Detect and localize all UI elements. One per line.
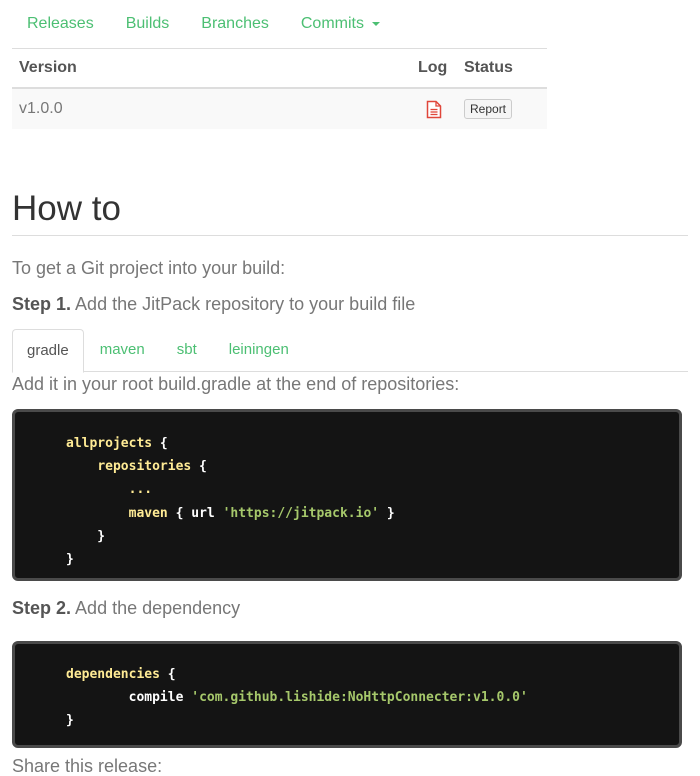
repository-code-block[interactable]: allprojects { repositories { ... maven {… <box>12 409 682 581</box>
code-line: allprojects { <box>66 436 168 451</box>
code-line: } <box>66 552 74 568</box>
step-1: Step 1. Add the JitPack repository to yo… <box>12 294 415 315</box>
tab-maven[interactable]: maven <box>84 329 161 371</box>
table-header-row: Version Log Status <box>12 49 547 89</box>
build-tool-tabs: gradle maven sbt leiningen <box>12 329 688 373</box>
step-2: Step 2. Add the dependency <box>12 598 240 619</box>
tab-leiningen[interactable]: leiningen <box>213 329 305 371</box>
nav-branches[interactable]: Branches <box>185 0 285 48</box>
releases-table: Version Log Status v1.0.0 Report <box>12 49 547 129</box>
column-header-version: Version <box>12 49 411 89</box>
dependency-code-block[interactable]: dependencies { compile 'com.github.lishi… <box>12 641 682 748</box>
code-line: ... <box>128 482 153 498</box>
share-release-text: Share this release: <box>12 756 163 776</box>
tab-sbt[interactable]: sbt <box>161 329 213 371</box>
table-row: v1.0.0 Report <box>12 88 547 129</box>
document-icon[interactable] <box>426 100 442 119</box>
column-header-log: Log <box>411 49 457 89</box>
nav-commits[interactable]: Commits <box>285 0 396 48</box>
caret-down-icon <box>371 21 380 26</box>
step-2-text: Add the dependency <box>75 598 241 618</box>
column-header-status: Status <box>457 49 547 89</box>
version-cell: v1.0.0 <box>12 88 411 129</box>
intro-text: To get a Git project into your build: <box>12 258 286 278</box>
nav-builds[interactable]: Builds <box>110 0 186 48</box>
code-line: compile 'com.github.lishide:NoHttpConnec… <box>128 690 528 706</box>
step-1-label: Step 1. <box>12 294 72 314</box>
nav-commits-label: Commits <box>300 15 364 32</box>
code-line: repositories { <box>97 459 207 475</box>
step-2-label: Step 2. <box>12 598 72 618</box>
code-line: dependencies { <box>66 667 176 682</box>
step-1-text: Add the JitPack repository to your build… <box>75 294 416 314</box>
report-button[interactable]: Report <box>464 99 513 119</box>
code-line: maven { url 'https://jitpack.io' } <box>128 505 395 521</box>
code-line: } <box>66 528 106 544</box>
page-title: How to <box>12 187 688 236</box>
release-nav: Releases Builds Branches Commits <box>12 0 547 49</box>
tab-gradle[interactable]: gradle <box>12 329 84 373</box>
gradle-instruction: Add it in your root build.gradle at the … <box>12 374 460 394</box>
code-line: } <box>66 713 74 729</box>
nav-releases[interactable]: Releases <box>12 0 110 48</box>
